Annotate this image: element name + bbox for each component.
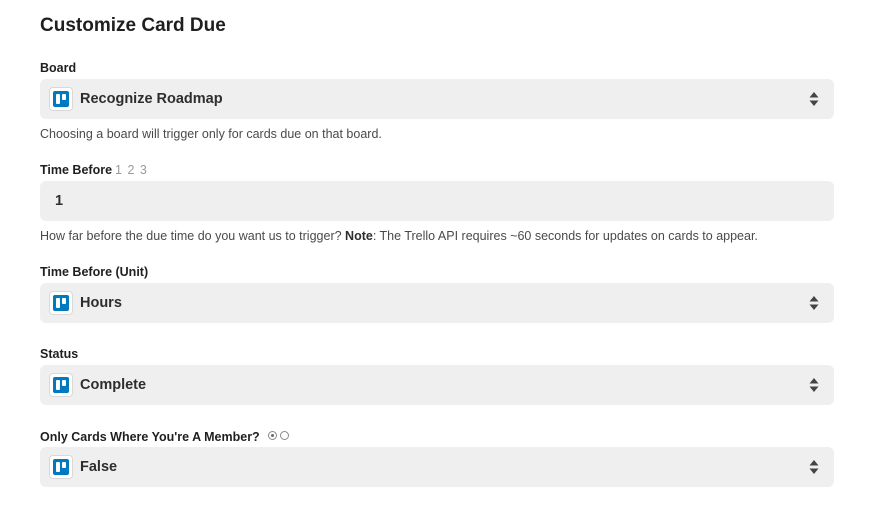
time-before-help-text: How far before the due time do you want … <box>40 228 758 244</box>
trello-icon <box>49 373 73 397</box>
member-select-value: False <box>80 459 118 475</box>
radio-option-selected[interactable] <box>268 431 278 440</box>
trello-icon <box>49 455 73 479</box>
time-before-label-text: Time Before <box>40 163 113 177</box>
time-unit-select[interactable]: Hours <box>40 283 834 323</box>
board-help-text: Choosing a board will trigger only for c… <box>40 127 382 141</box>
status-select[interactable]: Complete <box>40 365 834 405</box>
select-arrows-icon <box>809 460 819 474</box>
status-label: Status <box>40 347 79 361</box>
member-select[interactable]: False <box>40 447 834 487</box>
time-unit-label: Time Before (Unit) <box>40 265 149 279</box>
member-label: Only Cards Where You're A Member? <box>40 428 292 445</box>
board-select[interactable]: Recognize Roadmap <box>40 79 834 119</box>
radio-option-unselected[interactable] <box>280 431 290 440</box>
trello-icon <box>49 87 73 111</box>
member-label-text: Only Cards Where You're A Member? <box>40 430 260 444</box>
select-arrows-icon <box>809 296 819 310</box>
time-before-input[interactable] <box>40 181 834 221</box>
trello-icon <box>49 291 73 315</box>
page-title: Customize Card Due <box>40 15 226 36</box>
time-before-help-prefix: How far before the due time do you want … <box>40 229 342 243</box>
time-before-label: Time Before 1 2 3 <box>40 162 148 178</box>
time-before-help-note-label: Note <box>345 229 373 243</box>
board-label: Board <box>40 61 77 75</box>
status-select-value: Complete <box>80 377 147 393</box>
time-before-help-note-text: : The Trello API requires ~60 seconds fo… <box>372 229 758 243</box>
select-arrows-icon <box>809 378 819 392</box>
time-before-label-numbers: 1 2 3 <box>115 163 148 177</box>
time-unit-select-value: Hours <box>80 295 122 311</box>
board-select-value: Recognize Roadmap <box>80 91 223 107</box>
member-radio-group <box>268 428 292 444</box>
select-arrows-icon <box>809 92 819 106</box>
